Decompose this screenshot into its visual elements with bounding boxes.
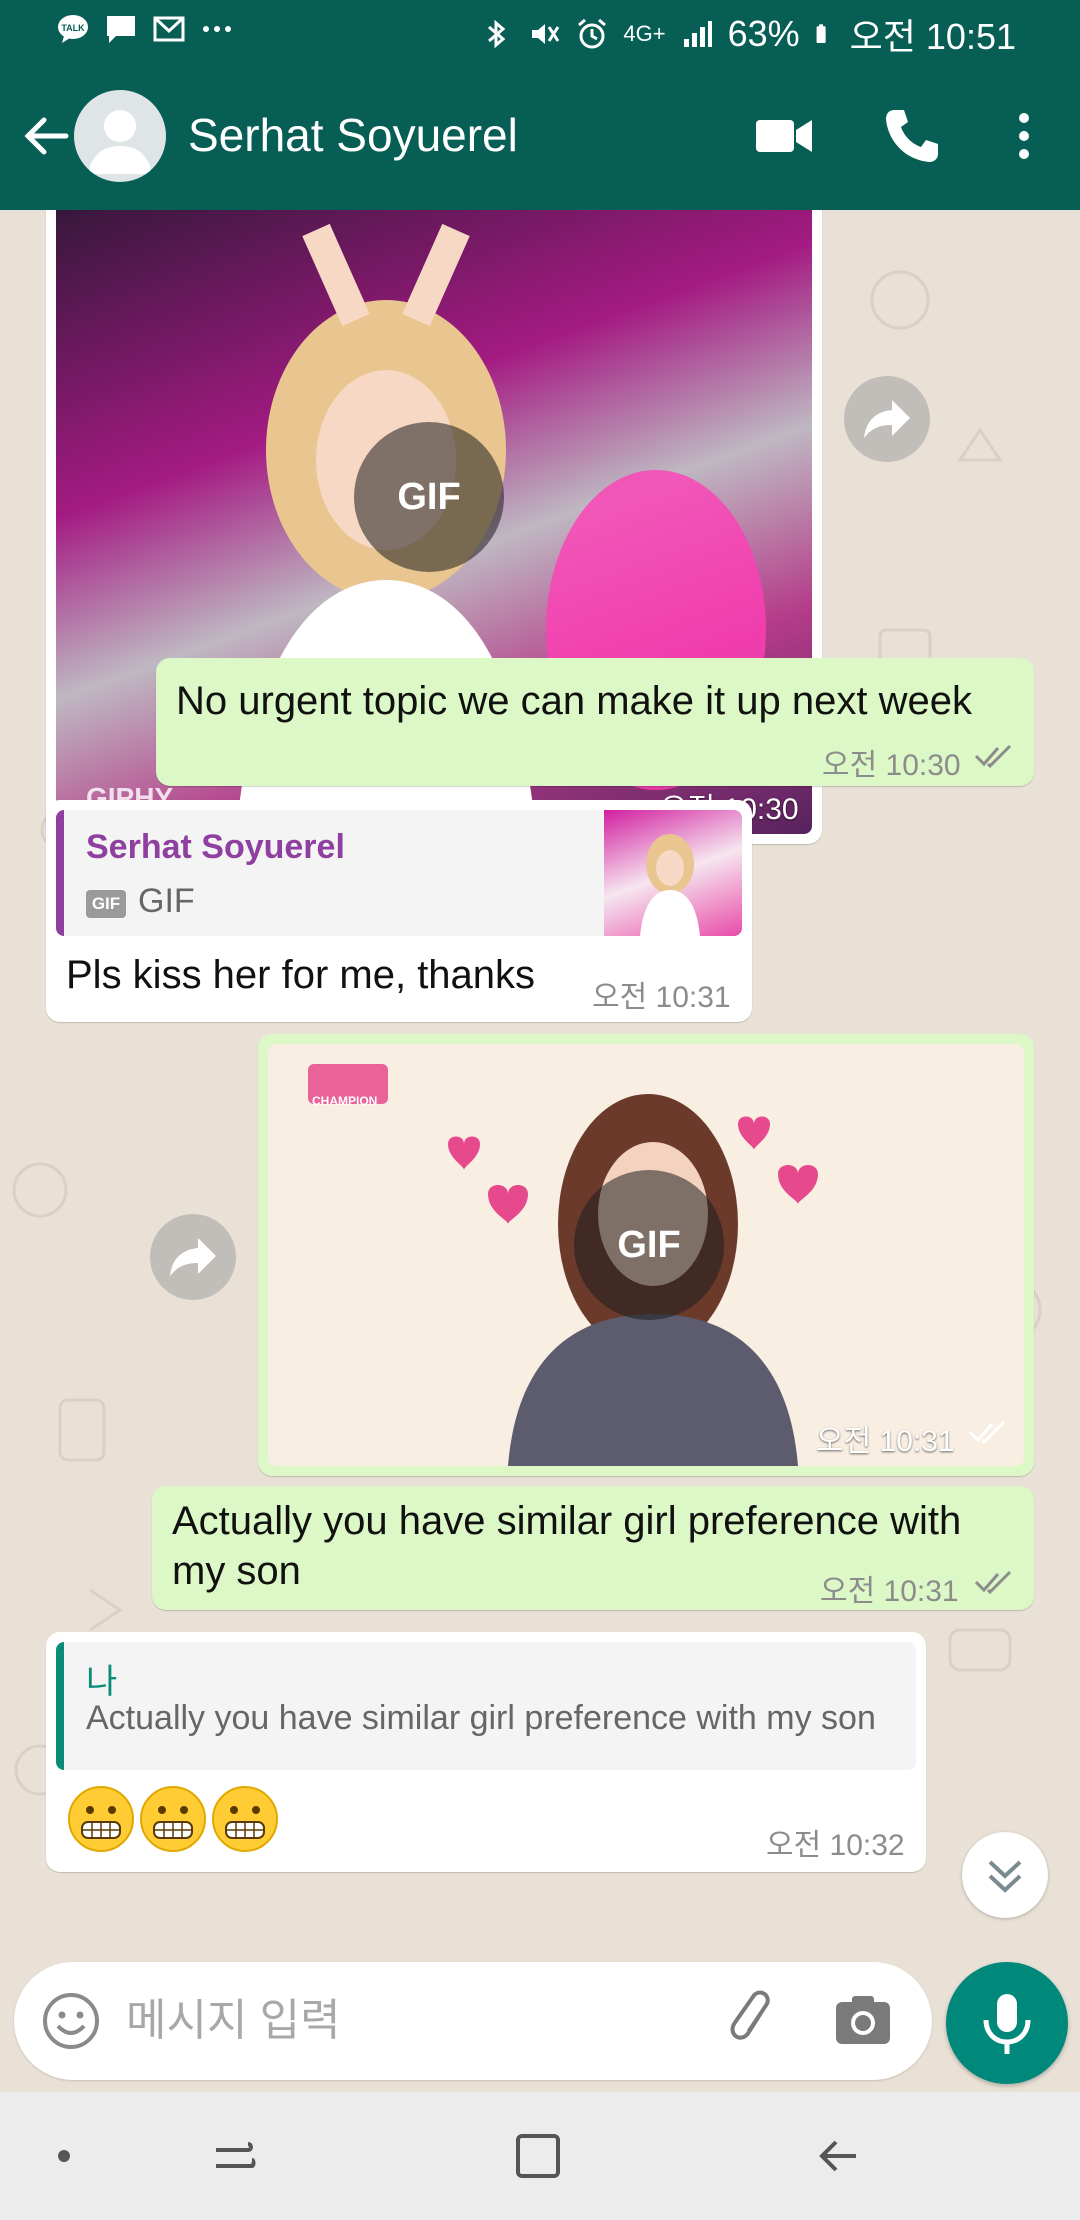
quoted-text: Actually you have similar girl preferenc… bbox=[86, 1699, 876, 1737]
mail-icon bbox=[153, 16, 185, 42]
status-bar: TALK 4G+ 63% 오전 10:51 bbox=[0, 0, 1080, 64]
chat-header: Serhat Soyuerel bbox=[0, 64, 1080, 210]
message-bubble-outgoing-gif[interactable]: GIF CHAMPION 오전 10:31 bbox=[258, 1034, 1034, 1476]
quoted-label: GIF bbox=[138, 882, 195, 920]
grimacing-face-icon bbox=[68, 1786, 134, 1852]
recent-apps-icon[interactable] bbox=[204, 2126, 264, 2186]
more-options-icon[interactable] bbox=[1004, 104, 1044, 168]
forward-button[interactable] bbox=[844, 376, 930, 462]
talk-icon: TALK bbox=[58, 15, 88, 43]
message-time: 오전 10:31 bbox=[820, 1575, 959, 1608]
microphone-icon bbox=[983, 1994, 1031, 2054]
signal-icon bbox=[683, 21, 712, 47]
message-bubble-outgoing[interactable]: No urgent topic we can make it up next w… bbox=[156, 658, 1034, 786]
champion-watermark: CHAMPION bbox=[312, 1094, 378, 1108]
back-icon[interactable] bbox=[808, 2126, 868, 2186]
alarm-icon bbox=[578, 18, 607, 49]
paperclip-icon[interactable] bbox=[722, 1988, 788, 2054]
message-time: 오전 10:32 bbox=[766, 1829, 905, 1862]
message-time: 오전 10:31 bbox=[592, 981, 731, 1014]
gif-play-badge[interactable]: GIF bbox=[574, 1170, 724, 1320]
gif-thumbnail[interactable]: GIF CHAMPION 오전 10:31 bbox=[268, 1044, 1024, 1466]
chat-bubble-icon bbox=[107, 16, 135, 43]
emoji-icon[interactable] bbox=[40, 1990, 102, 2052]
compose-bar bbox=[14, 1962, 932, 2080]
message-text: No urgent topic we can make it up next w… bbox=[176, 679, 972, 723]
camera-icon[interactable] bbox=[830, 1988, 896, 2054]
quoted-message[interactable]: Serhat Soyuerel GIF GIF bbox=[56, 810, 742, 936]
message-time: 오전 10:31 bbox=[816, 1425, 955, 1458]
home-icon[interactable] bbox=[508, 2126, 568, 2186]
message-bubble-outgoing[interactable]: Actually you have similar girl preferenc… bbox=[152, 1486, 1034, 1610]
forward-icon bbox=[170, 1238, 216, 1276]
mute-icon bbox=[532, 24, 560, 44]
bluetooth-icon bbox=[488, 19, 506, 49]
nav-dot-icon[interactable] bbox=[34, 2126, 94, 2186]
battery-icon bbox=[816, 24, 826, 44]
gif-chip: GIF bbox=[86, 890, 126, 918]
person-icon bbox=[88, 110, 152, 174]
voice-message-button[interactable] bbox=[946, 1962, 1068, 2084]
forward-icon bbox=[864, 400, 910, 438]
svg-text:TALK: TALK bbox=[61, 23, 85, 33]
phone-call-icon[interactable] bbox=[880, 104, 944, 168]
status-right-icons: 4G+ 63% 오전 10:51 bbox=[479, 8, 1016, 60]
contact-name[interactable]: Serhat Soyuerel bbox=[188, 108, 518, 162]
gif-play-badge[interactable]: GIF bbox=[354, 422, 504, 572]
message-time: 오전 10:30 bbox=[822, 749, 961, 782]
clock: 오전 10:51 bbox=[849, 16, 1016, 57]
quoted-message[interactable]: 나 Actually you have similar girl prefere… bbox=[56, 1642, 916, 1770]
quote-accent-bar bbox=[56, 810, 64, 936]
avatar[interactable] bbox=[74, 90, 166, 182]
quoted-gif-thumbnail bbox=[604, 810, 742, 936]
read-ticks-icon bbox=[974, 744, 1012, 769]
message-input[interactable] bbox=[126, 1992, 686, 2050]
read-ticks-icon bbox=[974, 1570, 1012, 1595]
grimacing-face-icon bbox=[140, 1786, 206, 1852]
message-bubble-incoming-reply[interactable]: Serhat Soyuerel GIF GIF Pls kiss her for… bbox=[46, 800, 752, 1022]
forward-button[interactable] bbox=[150, 1214, 236, 1300]
double-chevron-down-icon bbox=[988, 1860, 1022, 1893]
quoted-sender-name: Serhat Soyuerel bbox=[86, 828, 345, 866]
status-left-icons: TALK bbox=[56, 12, 234, 46]
message-text: Pls kiss her for me, thanks bbox=[66, 953, 536, 997]
system-nav-bar bbox=[0, 2092, 1080, 2220]
battery-percent: 63% bbox=[727, 13, 800, 54]
message-list[interactable]: GIPHY GIF 오전 10:30 No urgent topic we ca… bbox=[0, 210, 1080, 1940]
video-call-icon[interactable] bbox=[752, 104, 816, 168]
grimacing-face-icon bbox=[212, 1786, 278, 1852]
network-type: 4G+ bbox=[623, 21, 666, 46]
scroll-to-bottom-button[interactable] bbox=[962, 1832, 1048, 1918]
quote-accent-bar bbox=[56, 1642, 64, 1770]
more-dots-icon bbox=[203, 26, 231, 32]
read-ticks-icon bbox=[968, 1420, 1006, 1445]
message-bubble-incoming-reply[interactable]: 나 Actually you have similar girl prefere… bbox=[46, 1632, 926, 1872]
quoted-gif-scene bbox=[640, 834, 700, 936]
back-arrow-icon[interactable] bbox=[16, 106, 76, 166]
